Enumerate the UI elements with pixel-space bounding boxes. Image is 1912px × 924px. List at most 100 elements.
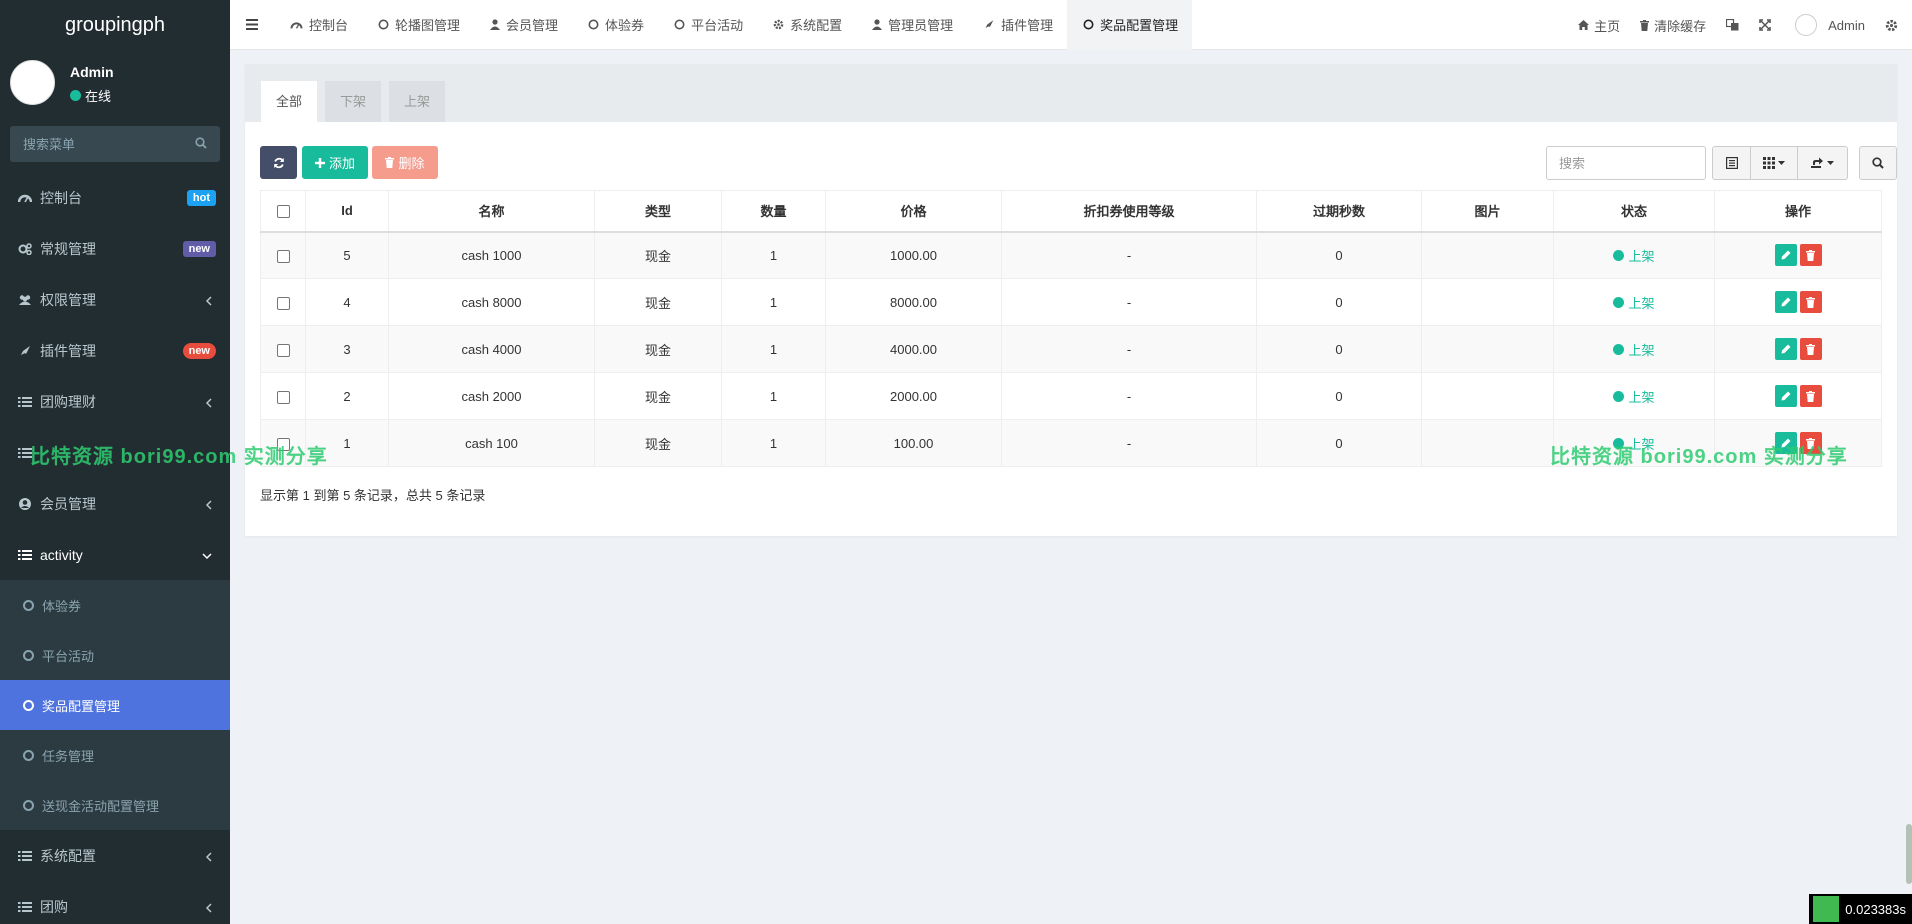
table-row: 4 cash 8000 现金 1 8000.00-0 上架 bbox=[260, 278, 1882, 326]
user-name: Admin bbox=[70, 64, 114, 80]
sidebar-item-general[interactable]: 常规管理 new bbox=[0, 223, 230, 274]
sidebar-item-activity[interactable]: activity bbox=[0, 529, 230, 580]
sidebar-subitem-label: 奖品配置管理 bbox=[42, 698, 121, 714]
column-header[interactable]: 类型 bbox=[594, 190, 722, 233]
sidebar-item-label: 权限管理 bbox=[40, 291, 96, 308]
column-header[interactable]: 名称 bbox=[388, 190, 595, 233]
search-button[interactable] bbox=[1859, 146, 1897, 180]
grid-icon bbox=[1763, 157, 1775, 169]
delete-row-button[interactable] bbox=[1799, 244, 1822, 267]
status-badge[interactable]: 上架 bbox=[1613, 246, 1655, 265]
timer-value: 0.023383s bbox=[1845, 901, 1906, 917]
columns-button[interactable] bbox=[1750, 146, 1798, 180]
search-icon[interactable] bbox=[195, 137, 207, 149]
sidebar-subitem-platform-activity[interactable]: 平台活动 bbox=[0, 630, 230, 680]
tab-prize-config[interactable]: 奖品配置管理 bbox=[1067, 0, 1193, 50]
list-icon bbox=[18, 850, 34, 862]
column-header[interactable]: 状态 bbox=[1553, 190, 1715, 233]
language-button[interactable] bbox=[1716, 0, 1749, 50]
new-badge: new bbox=[182, 343, 216, 359]
cell-image bbox=[1421, 372, 1554, 420]
admin-label: Admin bbox=[1828, 17, 1865, 33]
tab-all[interactable]: 全部 bbox=[261, 81, 318, 122]
page-scrollbar[interactable] bbox=[1906, 824, 1912, 884]
top-nav: 控制台 轮播图管理 会员管理 体验券 平台活动 系统配置 管理员管理 插件管理 … bbox=[230, 0, 1912, 50]
chevron-down-icon bbox=[202, 553, 212, 560]
caret-down-icon bbox=[1778, 161, 1785, 165]
admin-menu[interactable]: Admin bbox=[1781, 0, 1875, 50]
refresh-button[interactable] bbox=[260, 146, 297, 179]
toggle-view-button[interactable] bbox=[1712, 146, 1751, 180]
select-all-checkbox[interactable] bbox=[276, 205, 290, 219]
sidebar-item-dashboard[interactable]: 控制台 hot bbox=[0, 172, 230, 223]
sidebar-subitem-prize-config[interactable]: 奖品配置管理 bbox=[0, 680, 230, 730]
edit-button[interactable] bbox=[1774, 385, 1797, 407]
chevron-left-icon bbox=[205, 852, 212, 862]
edit-button[interactable] bbox=[1774, 338, 1797, 360]
sidebar-item-members[interactable]: 会员管理 bbox=[0, 478, 230, 529]
tab-plugins[interactable]: 插件管理 bbox=[967, 0, 1067, 50]
edit-button[interactable] bbox=[1774, 244, 1797, 267]
table-search-input[interactable] bbox=[1547, 147, 1705, 179]
app-brand[interactable]: groupingph bbox=[0, 0, 230, 50]
sidebar-item-group-finance[interactable]: 团购理财 bbox=[0, 376, 230, 427]
tab-offline[interactable]: 下架 bbox=[325, 81, 382, 122]
sidebar-toggle-button[interactable] bbox=[230, 0, 274, 50]
tab-platform-activity[interactable]: 平台活动 bbox=[658, 0, 757, 50]
pencil-icon bbox=[1781, 250, 1790, 260]
row-checkbox[interactable] bbox=[276, 390, 290, 404]
status-badge[interactable]: 上架 bbox=[1613, 340, 1655, 359]
column-header[interactable]: 图片 bbox=[1421, 190, 1554, 233]
status-badge[interactable]: 上架 bbox=[1613, 387, 1655, 406]
export-button[interactable] bbox=[1797, 146, 1848, 180]
sidebar-item-system-config[interactable]: 系统配置 bbox=[0, 830, 230, 881]
row-checkbox[interactable] bbox=[276, 296, 290, 310]
tab-banner[interactable]: 轮播图管理 bbox=[362, 0, 474, 50]
cell-actions bbox=[1714, 278, 1882, 326]
cell-name: cash 8000 bbox=[388, 278, 595, 326]
clear-cache-button[interactable]: 清除缓存 bbox=[1630, 0, 1716, 50]
trash-icon bbox=[1806, 296, 1815, 308]
tab-online[interactable]: 上架 bbox=[389, 81, 446, 122]
delete-row-button[interactable] bbox=[1799, 291, 1822, 313]
tab-admin-manage[interactable]: 管理员管理 bbox=[856, 0, 967, 50]
caret-down-icon bbox=[1827, 161, 1834, 165]
column-header[interactable]: Id bbox=[305, 190, 389, 233]
chevron-left-icon bbox=[205, 903, 212, 913]
delete-row-button[interactable] bbox=[1799, 385, 1822, 407]
fullscreen-button[interactable] bbox=[1749, 0, 1781, 50]
sidebar-item-group-buy[interactable]: 团购 bbox=[0, 881, 230, 924]
sidebar-subitem-tasks[interactable]: 任务管理 bbox=[0, 730, 230, 780]
column-header[interactable]: 折扣券使用等级 bbox=[1001, 190, 1257, 233]
add-button[interactable]: 添加 bbox=[302, 146, 368, 179]
column-header[interactable]: 价格 bbox=[825, 190, 1002, 233]
user-avatar bbox=[10, 60, 55, 105]
home-link[interactable]: 主页 bbox=[1568, 0, 1630, 50]
settings-button[interactable] bbox=[1875, 0, 1912, 50]
rocket-icon bbox=[18, 345, 34, 357]
debug-timer[interactable]: 0.023383s bbox=[1809, 894, 1912, 924]
tab-dashboard[interactable]: 控制台 bbox=[274, 0, 362, 50]
delete-button[interactable]: 删除 bbox=[372, 146, 438, 179]
cell-quantity: 1 bbox=[721, 419, 826, 467]
edit-button[interactable] bbox=[1774, 291, 1797, 313]
sidebar-subitem-cash-activity[interactable]: 送现金活动配置管理 bbox=[0, 780, 230, 830]
hot-badge: hot bbox=[186, 190, 216, 206]
cell-discount-level: - bbox=[1001, 231, 1257, 279]
status-badge[interactable]: 上架 bbox=[1613, 293, 1655, 312]
row-checkbox[interactable] bbox=[276, 343, 290, 357]
sidebar-item-plugins[interactable]: 插件管理 new bbox=[0, 325, 230, 376]
tab-members[interactable]: 会员管理 bbox=[474, 0, 572, 50]
tab-voucher[interactable]: 体验券 bbox=[572, 0, 658, 50]
delete-row-button[interactable] bbox=[1799, 338, 1822, 360]
row-checkbox[interactable] bbox=[276, 249, 290, 263]
sidebar-subitem-label: 体验券 bbox=[42, 598, 82, 614]
column-header[interactable]: 过期秒数 bbox=[1256, 190, 1422, 233]
column-header[interactable]: 数量 bbox=[721, 190, 826, 233]
plus-icon bbox=[314, 157, 325, 168]
sidebar-item-permissions[interactable]: 权限管理 bbox=[0, 274, 230, 325]
cell-type: 现金 bbox=[594, 372, 722, 420]
tab-system-config[interactable]: 系统配置 bbox=[757, 0, 856, 50]
sidebar-search-input[interactable] bbox=[10, 126, 190, 162]
sidebar-subitem-voucher[interactable]: 体验券 bbox=[0, 580, 230, 630]
